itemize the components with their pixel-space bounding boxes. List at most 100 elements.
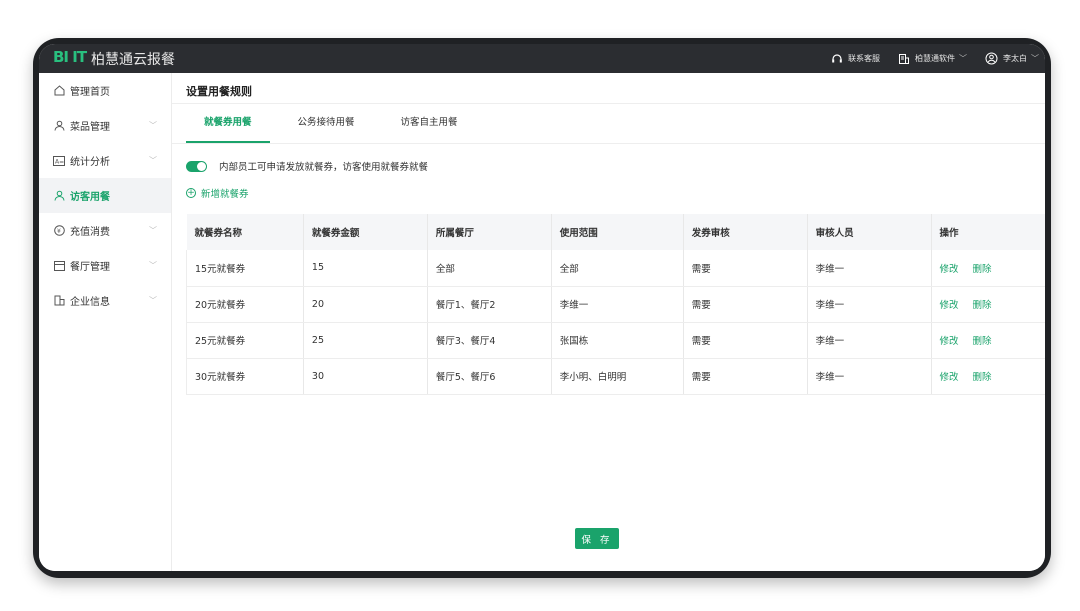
sidebar-item-company[interactable]: 企业信息 ﹀	[39, 283, 171, 318]
sidebar-item-dishes[interactable]: 菜品管理 ﹀	[39, 108, 171, 143]
table-cell: 需要	[683, 358, 808, 395]
table-cell: 李维一	[807, 322, 932, 359]
chevron-down-icon: ﹀	[1031, 54, 1039, 63]
table-cell: 需要	[683, 250, 808, 287]
table-cell: 25	[303, 322, 428, 359]
home-icon	[53, 85, 65, 97]
table-cell: 30	[303, 358, 428, 395]
app-window: BI IT 柏慧通云报餐 联系客服 柏慧通软件 ﹀ 李太白 ﹀ 管理首页 菜品管…	[39, 44, 1045, 571]
logo-mark: BI IT	[53, 48, 87, 66]
table-row: 25元就餐券 25 餐厅3、餐厅4 张国栋 需要 李维一 修改 删除	[186, 322, 1045, 359]
edit-link[interactable]: 修改	[940, 336, 959, 347]
column-header: 发券审核	[683, 214, 808, 250]
table-row: 15元就餐券 15 全部 全部 需要 李维一 修改 删除	[186, 250, 1045, 287]
table-cell: 15	[303, 250, 428, 287]
svg-text:¥: ¥	[57, 228, 61, 235]
table-cell: 需要	[683, 286, 808, 323]
sidebar-item-stats[interactable]: A= 统计分析 ﹀	[39, 143, 171, 178]
table-header-row: 就餐券名称 就餐券金额 所属餐厅 使用范围 发券审核 审核人员 操作	[186, 214, 1045, 250]
table-cell: 李维一	[807, 250, 932, 287]
table-cell: 20	[303, 286, 428, 323]
table-cell: 李维一	[551, 286, 684, 323]
chart-icon: A=	[53, 155, 65, 167]
table-cell: 李小明、白明明	[551, 358, 684, 395]
table-cell: 全部	[551, 250, 684, 287]
tab-meal-voucher[interactable]: 就餐券用餐	[186, 109, 270, 143]
company-switcher[interactable]: 柏慧通软件 ﹀	[898, 53, 967, 65]
sidebar-item-label: 企业信息	[70, 297, 110, 308]
chevron-down-icon: ﹀	[149, 156, 157, 165]
add-voucher-label: 新增就餐券	[201, 189, 249, 200]
table-cell: 25元就餐券	[186, 322, 304, 359]
actions-cell: 修改 删除	[931, 322, 1045, 359]
building-icon	[53, 295, 65, 307]
table-cell: 需要	[683, 322, 808, 359]
sidebar-item-label: 统计分析	[70, 157, 110, 168]
table-cell: 李维一	[807, 286, 932, 323]
tab-visitor-self-service[interactable]: 访客自主用餐	[383, 109, 476, 143]
actions-cell: 修改 删除	[931, 250, 1045, 287]
edit-link[interactable]: 修改	[940, 264, 959, 275]
building-icon	[899, 53, 909, 64]
tab-bar: 就餐券用餐 公务接待用餐 访客自主用餐	[186, 109, 486, 143]
actions-cell: 修改 删除	[931, 358, 1045, 395]
edit-link[interactable]: 修改	[940, 300, 959, 311]
app-name: 柏慧通云报餐	[91, 52, 175, 68]
headset-icon	[832, 53, 842, 62]
sidebar-item-label: 充值消费	[70, 227, 110, 238]
actions-cell: 修改 删除	[931, 286, 1045, 323]
sidebar: 管理首页 菜品管理 ﹀ A= 统计分析 ﹀ 访客用餐 ¥ 充值消费 ﹀ 餐厅管理…	[39, 73, 172, 571]
sidebar-item-home[interactable]: 管理首页	[39, 73, 171, 108]
voucher-toggle-switch[interactable]	[186, 160, 207, 172]
table-row: 30元就餐券 30 餐厅5、餐厅6 李小明、白明明 需要 李维一 修改 删除	[186, 358, 1045, 395]
delete-link[interactable]: 删除	[973, 300, 992, 311]
contact-support-button[interactable]: 联系客服	[831, 53, 880, 65]
page-title: 设置用餐规则	[186, 85, 252, 98]
sidebar-item-visitor-dining[interactable]: 访客用餐	[39, 178, 171, 213]
coin-icon: ¥	[53, 225, 65, 237]
add-voucher-button[interactable]: + 新增就餐券	[186, 186, 249, 200]
sidebar-item-label: 访客用餐	[70, 192, 110, 203]
edit-link[interactable]: 修改	[940, 372, 959, 383]
table-row: 20元就餐券 20 餐厅1、餐厅2 李维一 需要 李维一 修改 删除	[186, 286, 1045, 323]
wallet-icon	[53, 260, 65, 272]
column-header: 就餐券金额	[303, 214, 428, 250]
user-menu[interactable]: 李太白 ﹀	[985, 52, 1039, 65]
column-header: 所属餐厅	[427, 214, 552, 250]
chevron-down-icon: ﹀	[149, 226, 157, 235]
top-bar: BI IT 柏慧通云报餐 联系客服 柏慧通软件 ﹀ 李太白 ﹀	[39, 44, 1045, 73]
chevron-down-icon: ﹀	[149, 261, 157, 270]
table-cell: 全部	[427, 250, 552, 287]
user-label: 李太白	[1003, 54, 1027, 63]
user-icon	[53, 190, 65, 202]
voucher-toggle-row: 内部员工可申请发放就餐券，访客使用就餐券就餐	[186, 159, 428, 173]
support-label: 联系客服	[848, 54, 880, 63]
chevron-down-icon: ﹀	[149, 121, 157, 130]
delete-link[interactable]: 删除	[973, 336, 992, 347]
table-cell: 餐厅5、餐厅6	[427, 358, 552, 395]
chevron-down-icon: ﹀	[959, 54, 967, 63]
sidebar-item-label: 管理首页	[70, 87, 110, 98]
column-header: 使用范围	[551, 214, 684, 250]
sidebar-item-recharge[interactable]: ¥ 充值消费 ﹀	[39, 213, 171, 248]
save-button[interactable]: 保 存	[575, 528, 619, 549]
sidebar-item-label: 菜品管理	[70, 122, 110, 133]
column-header: 就餐券名称	[186, 214, 304, 250]
column-header: 审核人员	[807, 214, 932, 250]
divider	[172, 143, 1045, 144]
voucher-table: 就餐券名称 就餐券金额 所属餐厅 使用范围 发券审核 审核人员 操作 15元就餐…	[186, 214, 1045, 395]
table-cell: 李维一	[807, 358, 932, 395]
delete-link[interactable]: 删除	[973, 372, 992, 383]
sidebar-item-restaurant[interactable]: 餐厅管理 ﹀	[39, 248, 171, 283]
user-icon	[53, 120, 65, 132]
toggle-knob	[197, 161, 206, 171]
chevron-down-icon: ﹀	[149, 296, 157, 305]
svg-text:A=: A=	[55, 158, 64, 165]
delete-link[interactable]: 删除	[973, 264, 992, 275]
tab-official-reception[interactable]: 公务接待用餐	[280, 109, 373, 143]
sidebar-item-label: 餐厅管理	[70, 262, 110, 273]
user-avatar-icon	[985, 52, 998, 65]
table-cell: 餐厅1、餐厅2	[427, 286, 552, 323]
column-header: 操作	[931, 214, 1045, 250]
divider	[172, 103, 1045, 104]
